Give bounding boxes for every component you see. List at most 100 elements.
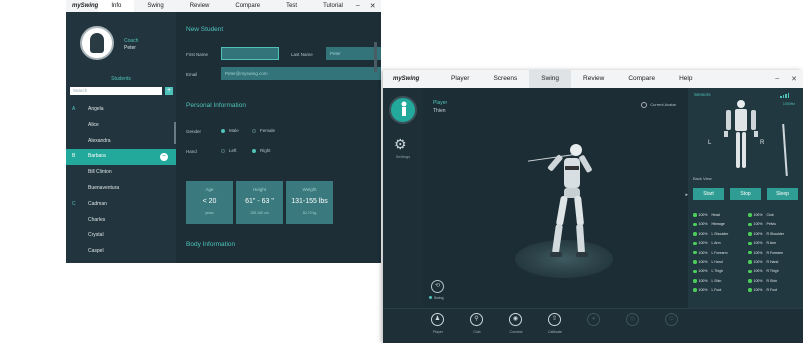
new-student-title: New Student: [186, 26, 224, 33]
start-button[interactable]: Start: [693, 188, 724, 200]
info-window: mySwing Info Swing Review Compare Test T…: [66, 0, 381, 263]
student-item[interactable]: Buenaventura: [66, 181, 176, 197]
toolbar-label: Calibrate: [547, 330, 562, 334]
club-icon[interactable]: ⚲: [470, 313, 483, 326]
group-letter: B: [72, 153, 76, 160]
student-item[interactable]: Alice: [66, 118, 176, 134]
first-name-field[interactable]: [221, 47, 279, 60]
last-name-label: Last Name: [291, 52, 313, 57]
tab-tutorial[interactable]: Tutorial: [310, 0, 356, 12]
stop-button[interactable]: Stop: [730, 188, 761, 200]
gender-male-label: Male: [229, 128, 239, 133]
email-field[interactable]: Peter@myswing.com: [221, 67, 381, 80]
tab-test[interactable]: Test: [273, 0, 310, 12]
tab-screens[interactable]: Screens: [481, 70, 529, 88]
student-name: Alexandra: [88, 137, 111, 144]
club-diagram: [782, 124, 788, 176]
sensor-mode-select[interactable]: 1000Hz: [783, 102, 795, 106]
close-button[interactable]: ✕: [791, 75, 797, 83]
connect-icon[interactable]: ◉: [509, 313, 522, 326]
student-name: Charles: [88, 216, 106, 223]
status-dot-icon: [693, 260, 697, 264]
tab-swing[interactable]: Swing: [529, 70, 572, 88]
calibrate-icon[interactable]: ⇧: [548, 313, 561, 326]
add-student-button[interactable]: +: [165, 87, 173, 95]
student-item[interactable]: Charles: [66, 213, 176, 229]
tab-player[interactable]: Player: [439, 70, 481, 88]
camera-toggle[interactable]: Current Avatar: [641, 102, 676, 108]
student-name: Crystal: [88, 232, 104, 239]
weight-card[interactable]: Weight 131-155 lbs 60-70 kg: [286, 181, 333, 224]
status-dot-icon: [693, 288, 697, 292]
minimize-button[interactable]: –: [356, 2, 360, 10]
minimize-button[interactable]: –: [775, 75, 779, 83]
app-logo: mySwing: [72, 3, 99, 9]
student-name: Buenaventura: [88, 184, 120, 191]
export-icon[interactable]: ⊙: [665, 313, 678, 326]
student-item[interactable]: A Angela: [66, 102, 176, 118]
status-dot-icon: [748, 232, 752, 236]
cycle-icon[interactable]: ⟲: [431, 280, 444, 293]
tab-review[interactable]: Review: [177, 0, 223, 12]
coach-role: Coach: [124, 38, 139, 44]
student-item[interactable]: Caspel: [66, 244, 176, 260]
student-item[interactable]: Crystal: [66, 228, 176, 244]
student-item[interactable]: C Cadman: [66, 197, 176, 213]
swing-left-rail: ⚙ Settings: [383, 88, 423, 308]
student-name: Angela: [88, 106, 104, 112]
playback-icon[interactable]: ◎: [626, 313, 639, 326]
coach-avatar[interactable]: [80, 26, 114, 60]
player-icon[interactable]: ♟: [431, 313, 444, 326]
card-title: Weight: [302, 187, 317, 192]
personal-info-title: Personal Information: [186, 102, 246, 109]
students-heading: Students: [111, 76, 131, 82]
tab-review[interactable]: Review: [571, 70, 616, 88]
gender-male-radio[interactable]: [221, 129, 225, 133]
student-list: A Angela Alice Alexandra B Barbara − Bill C…: [66, 102, 176, 260]
remove-student-icon[interactable]: −: [160, 153, 168, 162]
right-side-label: R: [760, 140, 765, 146]
search-input[interactable]: Search: [70, 87, 162, 95]
email-label: Email: [186, 72, 198, 77]
swing-window: mySwing Player Screens Swing Review Comp…: [383, 70, 803, 343]
status-dot-icon: [429, 296, 432, 299]
age-card[interactable]: Age < 20 years: [186, 181, 233, 224]
tab-help[interactable]: Help: [667, 70, 704, 88]
hand-right-radio[interactable]: [252, 149, 256, 153]
student-item-selected[interactable]: B Barbara −: [66, 149, 176, 166]
form-scrollbar[interactable]: [374, 42, 377, 72]
last-name-field[interactable]: Peter: [326, 47, 381, 60]
person-icon: [90, 33, 104, 53]
record-icon[interactable]: ●: [587, 313, 600, 326]
status-dot-icon: [748, 213, 752, 217]
tab-swing[interactable]: Swing: [134, 0, 176, 12]
card-value: 131-155 lbs: [291, 198, 328, 205]
card-title: Height: [252, 187, 266, 192]
app-logo: mySwing: [393, 76, 420, 82]
sensors-label: Sensors: [694, 92, 711, 97]
status-dot-icon: [748, 250, 752, 255]
sensor-row: 100% L Shoulder 100% R Shoulder: [693, 230, 801, 239]
student-item[interactable]: Alexandra: [66, 134, 176, 150]
gender-female-label: Female: [260, 128, 276, 133]
gear-icon[interactable]: ⚙: [394, 136, 407, 153]
sleep-button[interactable]: Sleep: [767, 188, 798, 200]
student-item[interactable]: Bill Clinton: [66, 165, 176, 181]
player-avatar-button[interactable]: [389, 96, 417, 124]
tab-info[interactable]: Info: [98, 0, 135, 12]
3d-viewport[interactable]: Player Thien Current Avatar ▸ ⟲ Swing: [423, 88, 688, 308]
hand-left-radio[interactable]: [221, 149, 225, 153]
tab-compare[interactable]: Compare: [616, 70, 667, 88]
tab-compare[interactable]: Compare: [222, 0, 273, 12]
toolbar-label: Club: [473, 330, 481, 334]
first-name-label: First Name: [186, 52, 209, 57]
gender-female-radio[interactable]: [252, 129, 256, 133]
status-dot-icon: [748, 241, 752, 245]
height-card[interactable]: Height 61" - 63 " 155-160 cm: [236, 181, 283, 224]
body-info-title: Body Information: [186, 241, 236, 248]
golfer-figure: [528, 144, 592, 257]
card-value: 61" - 63 ": [245, 198, 274, 205]
close-button[interactable]: ✕: [370, 2, 376, 10]
status-dot-icon: [693, 222, 697, 227]
sensor-row: 100% L Foot 100% R Foot: [693, 286, 801, 295]
